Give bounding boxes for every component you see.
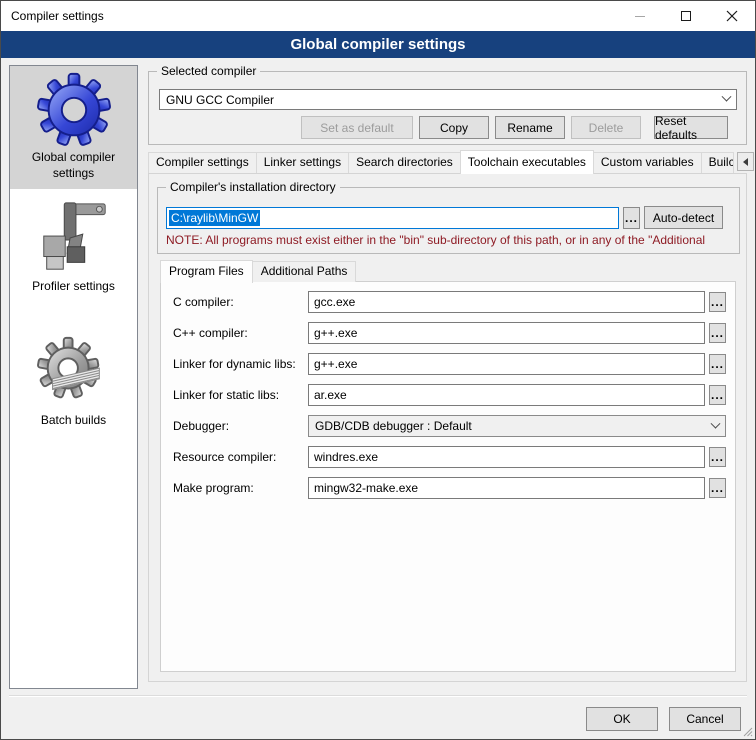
tab-toolchain-executables[interactable]: Toolchain executables [460,150,594,174]
close-button[interactable] [709,1,755,31]
minimize-button [617,1,663,31]
tab-build-options[interactable]: Builc [701,152,734,173]
browse-cpp-compiler-button[interactable]: ... [709,323,726,343]
browse-directory-button[interactable]: ... [623,207,640,229]
tab-scroll-buttons [736,152,756,171]
delete-button: Delete [571,116,641,139]
browse-make-program-button[interactable]: ... [709,478,726,498]
linker-dynamic-input[interactable] [308,353,705,375]
maximize-button[interactable] [663,1,709,31]
linker-static-input[interactable] [308,384,705,406]
cpp-compiler-input[interactable] [308,322,705,344]
footer-divider [9,695,747,697]
field-label: C++ compiler: [173,322,248,344]
compiler-actions: Set as default Copy Rename Delete Reset … [301,116,728,139]
sidebar-item-global-compiler-settings[interactable]: Global compiler settings [10,66,137,189]
browse-resource-compiler-button[interactable]: ... [709,447,726,467]
field-label: Resource compiler: [173,446,276,468]
field-row-resource-compiler: Resource compiler: ... [161,446,735,468]
maximize-icon [681,11,691,21]
minimize-icon [635,16,645,17]
close-icon [726,10,738,22]
chevron-down-icon [722,92,732,102]
group-label: Compiler's installation directory [166,180,340,194]
make-program-input[interactable] [308,477,705,499]
selected-compiler-group: Selected compiler GNU GCC Compiler Set a… [148,71,747,145]
gear-stack-icon [35,333,113,411]
sidebar-item-label: Profiler settings [32,279,115,295]
blue-gear-icon [35,70,113,148]
rename-button[interactable]: Rename [495,116,565,139]
debugger-select[interactable]: GDB/CDB debugger : Default [308,415,726,437]
field-row-debugger: Debugger: GDB/CDB debugger : Default [161,415,735,437]
c-compiler-input[interactable] [308,291,705,313]
sidebar-item-profiler-settings[interactable]: Profiler settings [10,195,137,303]
field-row-linker-dynamic: Linker for dynamic libs: ... [161,353,735,375]
field-row-make-program: Make program: ... [161,477,735,499]
field-label: Linker for dynamic libs: [173,353,296,375]
window-title: Compiler settings [1,9,104,23]
field-label: Linker for static libs: [173,384,279,406]
tab-program-files[interactable]: Program Files [160,260,253,283]
sidebar-item-batch-builds[interactable]: Batch builds [10,329,137,437]
field-row-linker-static: Linker for static libs: ... [161,384,735,406]
compiler-select-value: GNU GCC Compiler [166,93,274,107]
title-bar: Compiler settings [1,1,755,31]
resource-compiler-input[interactable] [308,446,705,468]
tab-additional-paths[interactable]: Additional Paths [252,261,357,282]
ok-button[interactable]: OK [586,707,658,731]
caliper-icon [35,199,113,277]
compiler-select[interactable]: GNU GCC Compiler [159,89,737,110]
sidebar-item-label: Global compiler settings [12,150,135,181]
tab-linker-settings[interactable]: Linker settings [256,152,349,173]
settings-category-list: Global compiler settings Profiler settin… [9,65,138,689]
settings-tabstrip: Compiler settings Linker settings Search… [148,150,756,173]
installation-directory-value: C:\raylib\MinGW [169,210,260,226]
tab-search-directories[interactable]: Search directories [348,152,461,173]
field-row-cpp-compiler: C++ compiler: ... [161,322,735,344]
browse-c-compiler-button[interactable]: ... [709,292,726,312]
copy-button[interactable]: Copy [419,116,489,139]
auto-detect-button[interactable]: Auto-detect [644,206,723,229]
group-label: Selected compiler [157,64,260,78]
installation-directory-input[interactable]: C:\raylib\MinGW [166,207,619,229]
program-files-page: C compiler: ... C++ compiler: ... Linker… [160,281,736,672]
debugger-select-value: GDB/CDB debugger : Default [315,419,472,433]
resize-grip[interactable] [742,726,753,737]
program-files-tabstrip: Program Files Additional Paths [160,260,356,282]
toolchain-executables-page: Compiler's installation directory C:\ray… [148,173,747,682]
browse-linker-dynamic-button[interactable]: ... [709,354,726,374]
field-label: Debugger: [173,415,229,437]
tab-compiler-settings[interactable]: Compiler settings [148,152,257,173]
triangle-left-icon [743,158,748,166]
bin-subdirectory-note: NOTE: All programs must exist either in … [166,233,734,247]
field-label: Make program: [173,477,254,499]
banner-title: Global compiler settings [290,36,465,53]
caption-buttons [617,1,755,31]
set-as-default-button: Set as default [301,116,413,139]
tab-custom-variables[interactable]: Custom variables [593,152,702,173]
tab-scroll-left-button[interactable] [737,152,754,171]
compiler-settings-dialog: Compiler settings Global compiler settin… [0,0,756,740]
field-label: C compiler: [173,291,234,313]
reset-defaults-button[interactable]: Reset defaults [654,116,728,139]
cancel-button[interactable]: Cancel [669,707,741,731]
browse-linker-static-button[interactable]: ... [709,385,726,405]
sidebar-item-label: Batch builds [41,413,106,429]
chevron-down-icon [711,418,721,428]
field-row-c-compiler: C compiler: ... [161,291,735,313]
dialog-banner: Global compiler settings [1,31,755,58]
installation-directory-group: Compiler's installation directory C:\ray… [157,187,740,254]
